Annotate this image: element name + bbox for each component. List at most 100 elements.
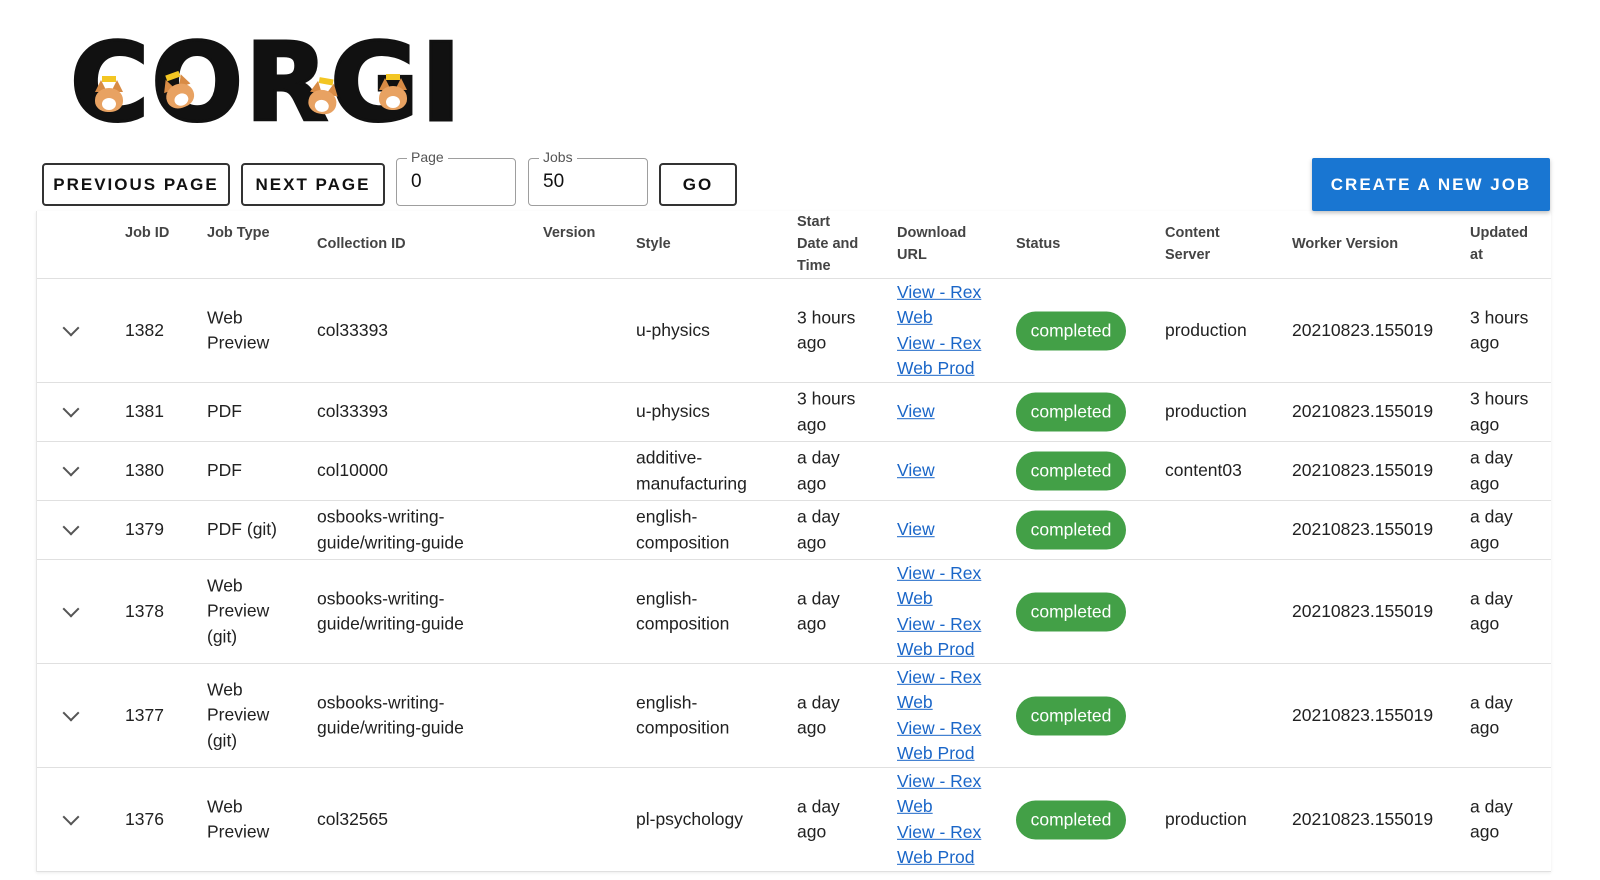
collection-id-cell: osbooks-writing-guide/writing-guide: [317, 587, 464, 634]
header-version[interactable]: Version: [543, 222, 595, 244]
jobs-field-value[interactable]: 50: [543, 171, 564, 193]
download-link[interactable]: Web Prod: [897, 845, 981, 871]
download-link[interactable]: View - Rex: [897, 768, 981, 794]
corgi-mascot-icon: [376, 74, 410, 112]
worker-version-cell: 20210823.155019: [1292, 460, 1434, 481]
page-field-value[interactable]: 0: [411, 171, 422, 193]
download-link[interactable]: View - Rex: [897, 612, 981, 638]
header-collection-id[interactable]: Collection ID: [317, 233, 406, 255]
go-button[interactable]: GO: [659, 163, 737, 206]
worker-version-cell: 20210823.155019: [1292, 704, 1434, 725]
expand-chevron-icon[interactable]: [62, 319, 80, 336]
table-row: 1376 Web Preview col32565 pl-psychology a day…: [37, 768, 1551, 872]
download-link[interactable]: Web: [897, 586, 981, 612]
style-cell: u-physics: [636, 319, 710, 340]
expand-chevron-icon[interactable]: [62, 400, 80, 418]
job-type-cell: Web Preview: [207, 795, 270, 842]
status-badge: completed: [1016, 696, 1126, 735]
table-row: 1377 Web Preview (git) osbooks-writing-guide…: [37, 664, 1551, 768]
collection-id-cell: osbooks-writing-guide/writing-guide: [317, 506, 464, 552]
table-row: 1378 Web Preview (git) osbooks-writing-guide…: [37, 560, 1551, 664]
download-link[interactable]: Web: [897, 794, 981, 820]
start-time-cell: 3 hours ago: [797, 306, 856, 353]
download-link[interactable]: Web: [897, 690, 981, 716]
start-time-cell: a day ago: [797, 447, 840, 493]
jobs-field[interactable]: Jobs 50: [528, 149, 648, 206]
download-url-cell: View - Rex Web View - Rex Web Prod: [897, 664, 981, 766]
job-id-cell: 1377: [125, 704, 164, 725]
download-link[interactable]: View - Rex: [897, 820, 981, 846]
jobs-table: Job ID Job Type Collection ID Version St…: [36, 211, 1551, 872]
page-field-label: Page: [407, 149, 448, 165]
collection-id-cell: osbooks-writing-guide/writing-guide: [317, 691, 464, 738]
expand-chevron-icon[interactable]: [62, 600, 80, 617]
header-download-url[interactable]: Download URL: [897, 222, 966, 266]
table-header: Job ID Job Type Collection ID Version St…: [37, 211, 1551, 279]
start-time-cell: a day ago: [797, 795, 840, 842]
download-link[interactable]: Web Prod: [897, 356, 981, 382]
download-link[interactable]: Web: [897, 305, 981, 331]
job-type-cell: PDF: [207, 401, 242, 422]
collection-id-cell: col32565: [317, 808, 389, 829]
content-server-cell: content03: [1165, 460, 1242, 481]
status-badge: completed: [1016, 451, 1126, 491]
table-row: 1382 Web Preview col33393 u-physics 3 hours ag…: [37, 279, 1551, 383]
start-time-cell: a day ago: [797, 691, 840, 738]
header-updated-at[interactable]: Updated at: [1470, 222, 1528, 266]
job-type-cell: PDF: [207, 460, 242, 481]
style-cell: pl-psychology: [636, 808, 743, 829]
job-id-cell: 1378: [125, 600, 164, 621]
header-style[interactable]: Style: [636, 233, 671, 255]
download-link[interactable]: View: [897, 399, 935, 425]
style-cell: english-composition: [636, 587, 730, 634]
previous-page-button[interactable]: PREVIOUS PAGE: [42, 163, 230, 206]
job-type-cell: Web Preview (git): [207, 679, 270, 751]
table-row: 1380 PDF col10000 additive-manufacturing a d…: [37, 442, 1551, 501]
expand-chevron-icon[interactable]: [62, 459, 80, 477]
style-cell: additive-manufacturing: [636, 447, 747, 493]
worker-version-cell: 20210823.155019: [1292, 808, 1434, 829]
worker-version-cell: 20210823.155019: [1292, 401, 1434, 422]
header-worker-version[interactable]: Worker Version: [1292, 233, 1398, 255]
table-body: 1382 Web Preview col33393 u-physics 3 hours ag…: [37, 279, 1551, 872]
updated-at-cell: 3 hours ago: [1470, 306, 1529, 353]
download-link[interactable]: View - Rex: [897, 716, 981, 742]
create-new-job-button[interactable]: CREATE A NEW JOB: [1312, 158, 1550, 211]
header-start-date[interactable]: Start Date and Time: [797, 211, 858, 277]
download-link[interactable]: View - Rex: [897, 560, 981, 586]
download-link[interactable]: View - Rex: [897, 664, 981, 690]
job-id-cell: 1382: [125, 319, 164, 340]
download-link[interactable]: View: [897, 458, 935, 484]
style-cell: english-composition: [636, 691, 730, 738]
expand-chevron-icon[interactable]: [62, 518, 80, 536]
updated-at-cell: a day ago: [1470, 587, 1513, 634]
corgi-logo: CORGI: [69, 26, 463, 141]
job-type-cell: Web Preview: [207, 306, 270, 353]
header-content-server[interactable]: Content Server: [1165, 222, 1220, 266]
expand-chevron-icon[interactable]: [62, 704, 80, 721]
download-link[interactable]: View - Rex: [897, 279, 981, 305]
page-field[interactable]: Page 0: [396, 149, 516, 206]
start-time-cell: a day ago: [797, 506, 840, 552]
download-link[interactable]: View - Rex: [897, 331, 981, 357]
status-badge: completed: [1016, 800, 1126, 839]
download-link[interactable]: Web Prod: [897, 637, 981, 663]
header-job-id[interactable]: Job ID: [125, 222, 169, 244]
worker-version-cell: 20210823.155019: [1292, 519, 1434, 540]
collection-id-cell: col33393: [317, 319, 389, 340]
download-link[interactable]: View: [897, 517, 935, 543]
download-link[interactable]: Web Prod: [897, 741, 981, 767]
expand-chevron-icon[interactable]: [62, 808, 80, 825]
updated-at-cell: a day ago: [1470, 691, 1513, 738]
collection-id-cell: col10000: [317, 460, 389, 481]
download-url-cell: View - Rex Web View - Rex Web Prod: [897, 768, 981, 870]
header-job-type[interactable]: Job Type: [207, 222, 270, 244]
table-row: 1381 PDF col33393 u-physics 3 hours ago View co…: [37, 383, 1551, 442]
worker-version-cell: 20210823.155019: [1292, 600, 1434, 621]
corgi-mascot-icon: [92, 76, 126, 114]
updated-at-cell: a day ago: [1470, 795, 1513, 842]
next-page-button[interactable]: NEXT PAGE: [241, 163, 385, 206]
header-status[interactable]: Status: [1016, 233, 1060, 255]
jobs-field-label: Jobs: [539, 149, 577, 165]
updated-at-cell: 3 hours ago: [1470, 388, 1529, 434]
